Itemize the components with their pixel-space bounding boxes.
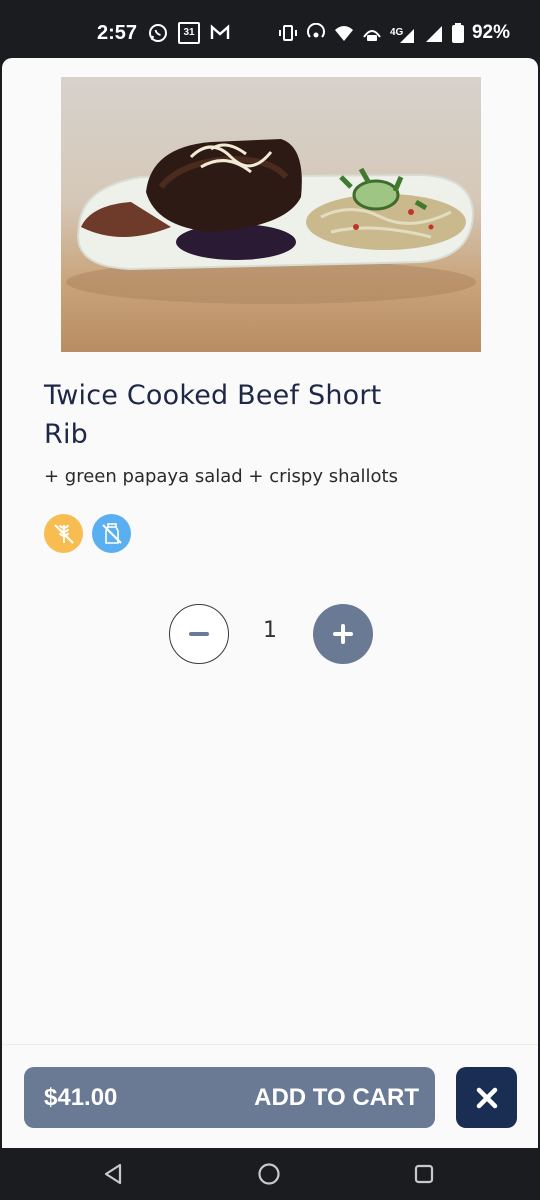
quantity-value: 1 <box>263 618 277 643</box>
recents-icon[interactable] <box>411 1161 437 1187</box>
plus-icon <box>333 624 353 644</box>
battery-icon <box>451 23 464 43</box>
item-photo <box>61 77 481 352</box>
add-to-cart-label: ADD TO CART <box>254 1083 419 1111</box>
item-detail-sheet: Twice Cooked Beef Short Rib + green papa… <box>2 58 538 1148</box>
battery-percent: 92% <box>471 22 510 43</box>
back-icon[interactable] <box>100 1161 126 1187</box>
volte-icon <box>363 30 381 41</box>
quantity-stepper: 1 <box>169 604 373 666</box>
signal-4g-icon: 4G <box>390 27 414 43</box>
increase-quantity-button[interactable] <box>313 604 373 664</box>
home-icon[interactable] <box>256 1161 282 1187</box>
status-bar: 2:57 31 4G 92% <box>0 0 540 58</box>
wifi-icon <box>334 26 353 41</box>
dietary-badges <box>44 514 131 553</box>
gmail-icon <box>210 24 230 39</box>
gluten-free-icon <box>44 514 83 553</box>
calendar-icon: 31 <box>178 22 200 44</box>
add-to-cart-button[interactable]: $41.00 ADD TO CART <box>24 1067 435 1128</box>
close-button[interactable] <box>456 1067 517 1128</box>
whatsapp-icon <box>149 24 167 42</box>
status-time: 2:57 <box>97 22 138 44</box>
item-description: + green papaya salad + crispy shallots <box>44 466 398 487</box>
item-title: Twice Cooked Beef Short Rib <box>44 380 382 450</box>
cart-price: $41.00 <box>44 1083 118 1111</box>
svg-text:4G: 4G <box>390 27 404 38</box>
dairy-free-icon <box>92 514 131 553</box>
vibrate-icon <box>278 25 297 41</box>
divider <box>2 1044 538 1045</box>
minus-icon <box>189 632 209 636</box>
hotspot-icon <box>307 23 325 38</box>
close-icon <box>476 1087 497 1108</box>
signal-icon <box>425 26 442 42</box>
system-nav-bar <box>0 1148 540 1200</box>
decrease-quantity-button[interactable] <box>169 604 229 664</box>
